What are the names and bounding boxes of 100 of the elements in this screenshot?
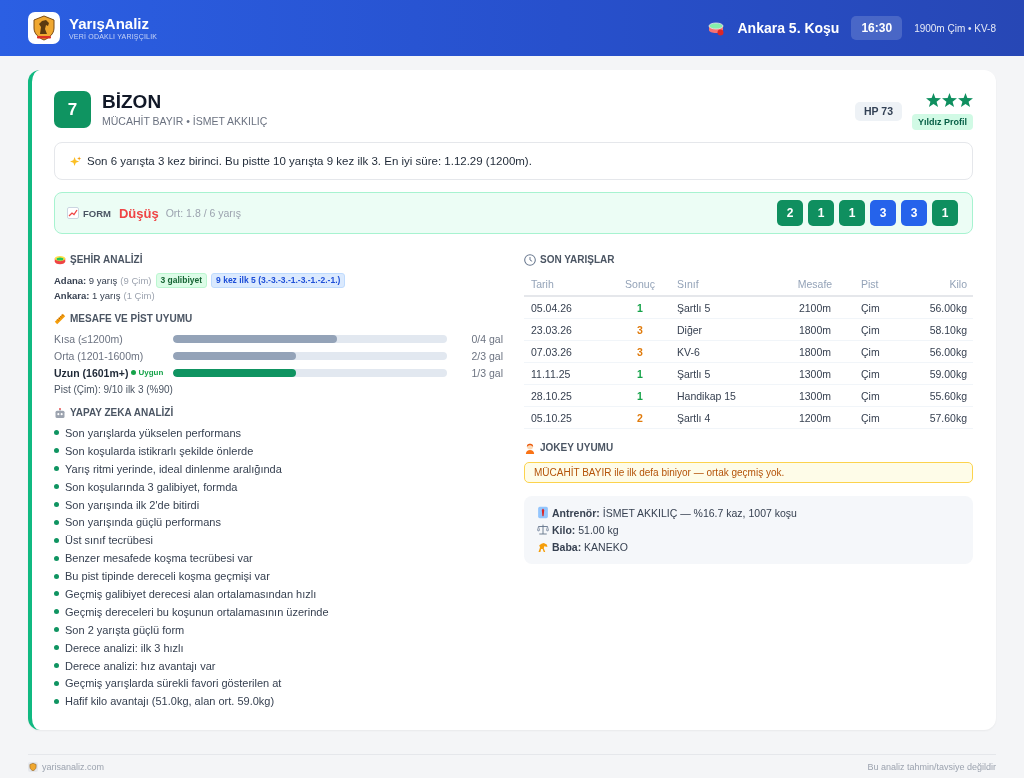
result-cell: 3 xyxy=(610,318,670,341)
analysis-item: Benzer mesafede koşma tecrübesi var xyxy=(65,552,253,565)
star-icon xyxy=(926,93,941,107)
column-header: Sınıf xyxy=(670,273,776,296)
bullet-icon xyxy=(54,430,59,436)
form-result: 1 xyxy=(808,200,834,226)
table-cell: Çim xyxy=(854,406,904,429)
shirt-tie-icon xyxy=(537,506,549,520)
bullet-icon xyxy=(54,448,59,454)
analysis-item: Son koşularda istikrarlı şekilde önlerde xyxy=(65,444,254,457)
distance-label: Orta (1201-1600m) xyxy=(54,349,144,362)
section-heading: MESAFE VE PİST UYUMU xyxy=(70,312,193,326)
analysis-item: Geçmiş galibiyet derecesi alan ortalamasından hızlı xyxy=(65,587,317,600)
section-heading: ŞEHİR ANALİZİ xyxy=(70,253,143,267)
table-cell: Diğer xyxy=(670,318,776,341)
table-cell: 1800m xyxy=(776,318,854,341)
hp-rating: HP 73 xyxy=(855,102,902,121)
form-result: 1 xyxy=(839,200,865,226)
info-text: Kilo: 51.00 kg xyxy=(552,523,619,536)
track-note: Pist (Çim): 9/10 ilk 3 (%90) xyxy=(54,383,173,397)
logo-icon xyxy=(28,761,38,772)
sparkle-icon xyxy=(69,155,82,167)
table-cell: 05.04.26 xyxy=(524,296,610,319)
table-cell: Handikap 15 xyxy=(670,384,776,407)
table-cell: Çim xyxy=(854,318,904,341)
bullet-icon xyxy=(54,537,59,543)
table-cell: KV-6 xyxy=(670,340,776,363)
analysis-item: Geçmiş yarışlarda sürekli favori gösterilen at xyxy=(65,677,282,690)
table-cell: 2100m xyxy=(776,296,854,319)
footer-site: yarisanaliz.com xyxy=(42,760,105,773)
city-tag: 3 galibiyet xyxy=(155,273,208,288)
table-cell: 58.10kg xyxy=(904,318,973,341)
form-result: 1 xyxy=(932,200,958,226)
horse-icon xyxy=(537,540,549,554)
jockey-note: MÜCAHİT BAYIR ile ilk defa biniyor — ortak geçmiş yok. xyxy=(524,462,973,483)
person-icon xyxy=(524,442,536,454)
bullet-icon xyxy=(54,663,59,668)
table-cell: Şartlı 5 xyxy=(670,362,776,385)
bullet-icon xyxy=(54,609,59,615)
robot-icon xyxy=(54,407,66,419)
form-result: 2 xyxy=(777,200,803,226)
analysis-item: Hafif kilo avantajı (51.0kg, alan ort. 59.0kg) xyxy=(65,695,275,708)
analysis-item: Bu pist tipinde dereceli koşma geçmişi var xyxy=(65,570,270,583)
table-cell: Çim xyxy=(854,340,904,363)
result-cell: 1 xyxy=(610,362,670,385)
summary-text: Son 6 yarışta 3 kez birinci. Bu pistte 10 yarışta 9 kez ilk 3. En iyi süre: 1.12.29 (1200m). xyxy=(87,154,532,169)
race-time: 16:30 xyxy=(851,16,903,40)
result-cell: 2 xyxy=(610,406,670,429)
stadium-icon xyxy=(54,254,66,266)
analysis-item: Yarış ritmi yerinde, ideal dinlenme aralığında xyxy=(65,462,282,475)
bullet-icon xyxy=(54,627,59,633)
bullet-icon xyxy=(54,591,59,597)
table-cell: Şartlı 5 xyxy=(670,296,776,319)
city-stats: Adana: 9 yarış xyxy=(54,275,118,286)
bullet-icon xyxy=(54,680,59,686)
analysis-item: Son yarışında ilk 2'de bitirdi xyxy=(65,498,200,511)
bullet-icon xyxy=(54,519,59,525)
analysis-item: Üst sınıf tecrübesi xyxy=(65,534,154,547)
brand-name: YarışAnaliz xyxy=(69,15,150,32)
section-heading: SON YARIŞLAR xyxy=(540,253,615,267)
distance-label: Uzun (1601m+) xyxy=(54,366,129,379)
bullet-icon xyxy=(54,698,59,704)
city-stats: Ankara: 1 yarış xyxy=(54,290,121,301)
bullet-icon xyxy=(54,484,59,490)
city-surface: (1 Çim) xyxy=(123,290,155,301)
race-details: 1900m Çim • KV-8 xyxy=(914,22,996,34)
analysis-item: Son yarışında güçlü performans xyxy=(65,516,221,529)
distance-record: 0/4 gal xyxy=(470,332,503,345)
column-header: Kilo xyxy=(904,273,973,296)
table-cell: 23.03.26 xyxy=(524,318,610,341)
column-header: Mesafe xyxy=(776,273,854,296)
table-cell: 1200m xyxy=(776,406,854,429)
suitability-label: Uygun xyxy=(138,368,164,377)
result-cell: 1 xyxy=(610,384,670,407)
table-cell: 56.00kg xyxy=(904,296,973,319)
horse-number: 7 xyxy=(54,91,91,128)
distance-label: Kısa (≤1200m) xyxy=(54,332,123,345)
column-header: Pist xyxy=(854,273,904,296)
horse-connections: MÜCAHİT BAYIR • İSMET AKKILIÇ xyxy=(102,114,268,128)
form-label: FORM xyxy=(83,207,111,219)
bullet-icon xyxy=(54,502,59,507)
bullet-icon xyxy=(54,573,59,579)
form-average: Ort: 1.8 / 6 yarış xyxy=(165,207,241,219)
table-cell: 1800m xyxy=(776,340,854,363)
status-dot-icon xyxy=(131,370,137,375)
bullet-icon xyxy=(54,555,59,561)
logo-icon xyxy=(28,12,60,44)
race-title: Ankara 5. Koşu xyxy=(737,20,840,36)
clock-icon xyxy=(524,254,536,266)
table-cell: Şartlı 4 xyxy=(670,406,776,429)
section-heading: YAPAY ZEKA ANALİZİ xyxy=(70,406,174,420)
bullet-icon xyxy=(54,645,59,651)
table-cell: 57.60kg xyxy=(904,406,973,429)
city-surface: (9 Çim) xyxy=(120,275,152,286)
analysis-item: Derece analizi: hız avantajı var xyxy=(65,659,216,672)
scale-icon xyxy=(537,523,549,537)
analysis-item: Derece analizi: ilk 3 hızlı xyxy=(65,641,184,654)
table-cell: 11.11.25 xyxy=(524,362,610,385)
form-result: 3 xyxy=(901,200,927,226)
profile-tag: Yıldız Profil xyxy=(912,114,973,130)
